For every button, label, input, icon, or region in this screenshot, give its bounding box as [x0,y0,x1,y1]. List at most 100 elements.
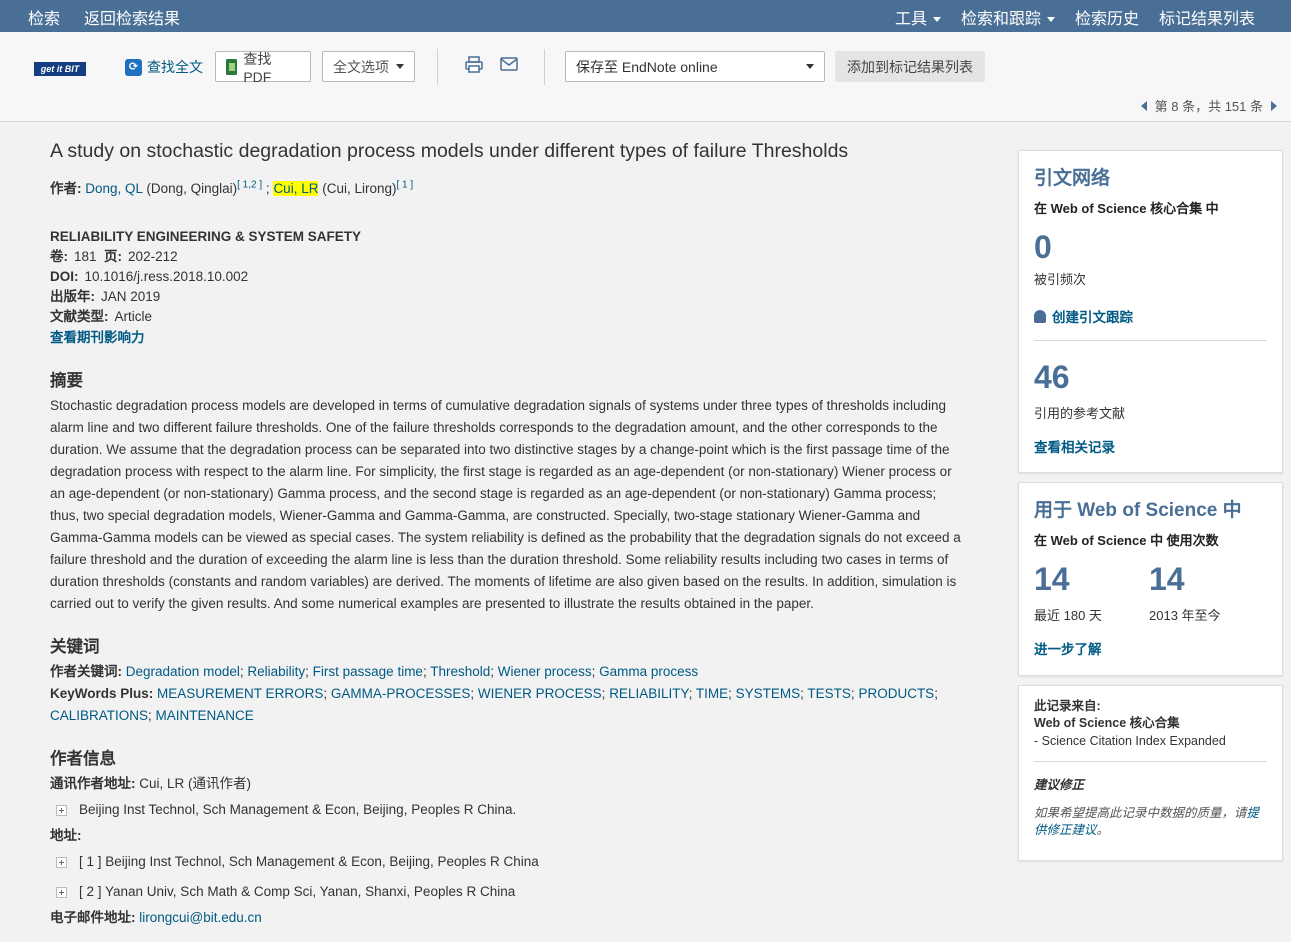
suggest-correction-body: 如果希望提高此记录中数据的质量，请 [1034,806,1247,820]
record-source-panel: 此记录来自: Web of Science 核心合集 - Science Cit… [1018,685,1283,861]
keyword-link[interactable]: WIENER PROCESS [478,686,602,701]
next-record-icon[interactable] [1271,100,1277,111]
volume-pages-line: 卷: 181 页: 202-212 [50,247,965,267]
volume-value: 181 [74,249,97,264]
pubyear-line: 出版年: JAN 2019 [50,287,965,307]
authors-label: 作者: [50,181,82,196]
keyword-link[interactable]: Gamma process [599,664,698,679]
keyword-separator: ; [934,686,938,701]
nav-search[interactable]: 检索 [28,5,60,29]
nav-marked-list[interactable]: 标记结果列表 [1159,5,1255,29]
usage-last180-count: 14 [1034,561,1070,597]
record-pager: 第 8 条，共 151 条 [1140,96,1277,115]
fulltext-options-dropdown[interactable]: 全文选项 [322,51,415,82]
learn-more-link[interactable]: 进一步了解 [1034,638,1267,658]
address-1: [ 1 ] Beijing Inst Technol, Sch Manageme… [79,854,539,869]
usage-since2013-count: 14 [1149,561,1185,597]
find-pdf-label: 查找 PDF [243,50,272,85]
print-icon[interactable] [465,56,483,73]
nav-search-tracking-menu[interactable]: 检索和跟踪 [961,5,1055,29]
create-citation-alert-label: 创建引文跟踪 [1052,310,1133,325]
usage-last180: 14 最近 180 天 [1034,557,1149,624]
email-icon[interactable] [500,57,518,71]
suggest-correction-end: 。 [1096,823,1110,837]
email-link[interactable]: lirongcui@bit.edu.cn [139,910,262,925]
nav-tools-menu[interactable]: 工具 [895,5,941,29]
fulltext-icon: ⟳ [125,58,142,76]
keyword-link[interactable]: MAINTENANCE [156,708,254,723]
keyword-separator: ; [323,686,331,701]
keyword-link[interactable]: GAMMA-PROCESSES [331,686,471,701]
keyword-link[interactable]: TIME [696,686,728,701]
keyword-link[interactable]: RELIABILITY [609,686,688,701]
nav-tools-label: 工具 [894,11,927,28]
keyword-link[interactable]: SYSTEMS [736,686,801,701]
view-related-records-link[interactable]: 查看相关记录 [1034,436,1267,456]
doi-label: DOI: [50,269,79,284]
usage-counts: 14 最近 180 天 14 2013 年至今 [1034,557,1267,624]
address-row-2[interactable]: [ 2 ] Yanan Univ, Sch Math & Comp Sci, Y… [50,877,965,907]
corresponding-address: Beijing Inst Technol, Sch Management & E… [79,802,517,817]
corresponding-address-row[interactable]: Beijing Inst Technol, Sch Management & E… [50,795,965,825]
keyword-link[interactable]: Wiener process [498,664,592,679]
keyword-link[interactable]: PRODUCTS [858,686,934,701]
find-fulltext-link[interactable]: ⟳ 查找全文 [125,57,203,77]
save-to-value: 保存至 EndNote online [576,58,718,75]
journal-impact-link[interactable]: 查看期刊影响力 [50,327,965,349]
keyword-separator: ; [490,664,498,679]
times-cited-count[interactable]: 0 [1034,225,1267,269]
corresponding-author-value: Cui, LR (通讯作者) [139,776,252,791]
address-2: [ 2 ] Yanan Univ, Sch Math & Comp Sci, Y… [79,884,516,899]
cited-references-count[interactable]: 46 [1034,355,1267,399]
email-line: 电子邮件地址: lirongcui@bit.edu.cn [50,907,965,929]
chevron-down-icon [806,64,814,69]
suggest-correction-text: 如果希望提高此记录中数据的质量，请提供修正建议。 [1034,805,1267,839]
record-collection: Web of Science 核心合集 [1034,716,1180,730]
bell-icon [1034,310,1046,323]
author-affil-ref[interactable]: [ 1 ] [397,180,414,191]
getit-bit-button[interactable]: get it BIT [34,62,86,76]
keyword-link[interactable]: MEASUREMENT ERRORS [157,686,323,701]
author-link-dong[interactable]: Dong, QL [85,181,142,196]
save-to-select[interactable]: 保存至 EndNote online [565,51,825,82]
add-to-marked-list-button[interactable]: 添加到标记结果列表 [835,51,985,82]
divider [544,49,545,85]
keyword-link[interactable]: Reliability [247,664,305,679]
keyword-link[interactable]: Degradation model [126,664,240,679]
find-fulltext-label: 查找全文 [147,59,203,75]
email-label: 电子邮件地址: [50,910,136,925]
pager-text: 第 8 条，共 151 条 [1154,99,1263,114]
nav-back-to-results[interactable]: 返回检索结果 [84,5,180,29]
keyword-link[interactable]: First passage time [313,664,423,679]
address-row-1[interactable]: [ 1 ] Beijing Inst Technol, Sch Manageme… [50,847,965,877]
author-affil-ref[interactable]: [ 1,2 ] [237,180,262,191]
previous-record-icon[interactable] [1140,100,1147,111]
create-citation-alert-link[interactable]: 创建引文跟踪 [1034,306,1267,326]
doctype-label: 文献类型: [50,309,109,324]
expand-plus-icon[interactable] [56,886,67,898]
citation-network-scope: 在 Web of Science 核心合集 中 [1034,201,1219,216]
author-keywords-list: Degradation model; Reliability; First pa… [126,664,698,679]
keyword-link[interactable]: TESTS [807,686,851,701]
author-fullname: (Cui, Lirong) [322,181,397,196]
doi-line: DOI: 10.1016/j.ress.2018.10.002 [50,267,965,287]
keyword-separator: ; [470,686,478,701]
keyword-separator: ; [148,708,156,723]
corresponding-author-label: 通讯作者地址: [50,776,136,791]
expand-plus-icon[interactable] [56,804,67,816]
keyword-link[interactable]: CALIBRATIONS [50,708,148,723]
find-pdf-button[interactable]: 查找 PDF [215,50,311,85]
corresponding-author-line: 通讯作者地址: Cui, LR (通讯作者) [50,773,965,795]
pages-value: 202-212 [128,249,178,264]
divider [1034,340,1267,341]
pubyear-label: 出版年: [50,289,95,304]
nav-search-history[interactable]: 检索历史 [1075,5,1139,29]
divider [1034,761,1267,762]
authors-line: 作者: Dong, QL (Dong, Qinglai)[ 1,2 ] ; Cu… [50,177,965,197]
usage-heading: 用于 Web of Science 中 [1034,500,1242,521]
nav-search-tracking-label: 检索和跟踪 [960,11,1041,28]
author-info-heading: 作者信息 [50,750,116,768]
author-link-cui[interactable]: Cui, LR [273,181,319,196]
keyword-link[interactable]: Threshold [430,664,490,679]
expand-plus-icon[interactable] [56,856,67,868]
